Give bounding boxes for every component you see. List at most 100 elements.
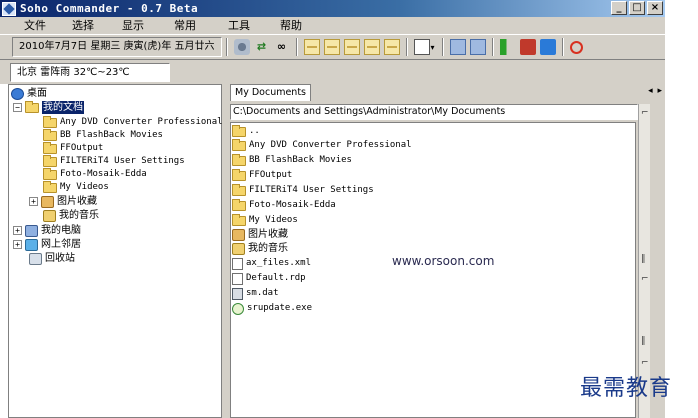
weather-display: 北京 雷阵雨 32℃~23℃ xyxy=(10,63,170,82)
tree-item-label: Foto-Mosaik-Edda xyxy=(60,169,147,179)
tab-scroll-arrows[interactable]: ◂ ▸ xyxy=(648,86,663,96)
xml-file-icon xyxy=(232,257,243,270)
list-item[interactable]: My Videos xyxy=(232,213,298,227)
tree-item-folder[interactable]: FFOutput xyxy=(43,141,104,155)
chevron-down-icon[interactable]: ▾ xyxy=(431,43,435,52)
list-item[interactable]: BB FlashBack Movies xyxy=(232,153,352,167)
tree-item-recycle-bin[interactable]: 回收站 xyxy=(29,252,75,265)
tree-item-folder[interactable]: Any DVD Converter Professional xyxy=(43,115,223,129)
power-icon[interactable] xyxy=(569,40,583,54)
list-item-label: Default.rdp xyxy=(246,273,306,283)
layout-3-icon[interactable] xyxy=(343,39,360,55)
music-folder-icon xyxy=(232,242,245,255)
tree-item-folder[interactable]: My Videos xyxy=(43,180,109,194)
menu-view[interactable]: 显示 xyxy=(122,17,144,34)
menu-help[interactable]: 帮助 xyxy=(280,17,302,34)
rdp-file-icon xyxy=(232,272,243,285)
menu-select[interactable]: 选择 xyxy=(72,17,94,34)
folder-icon xyxy=(43,154,57,167)
exe-file-icon xyxy=(232,302,244,315)
close-button[interactable]: × xyxy=(647,1,663,15)
expand-icon[interactable]: + xyxy=(29,197,38,206)
folder-icon xyxy=(232,213,246,226)
background-strip xyxy=(665,0,698,418)
list-item-label: 图片收藏 xyxy=(248,229,288,240)
list-item[interactable]: 我的音乐 xyxy=(232,242,288,255)
list-item-label: FILTERiT4 User Settings xyxy=(249,185,374,195)
list-item-label: ax_files.xml xyxy=(246,258,312,268)
list-item-parent[interactable]: .. xyxy=(232,124,260,138)
music-folder-icon xyxy=(43,209,56,222)
toolbar: 2010年7月7日 星期三 庚寅(虎)年 五月廿六 ⇄ ∞ ▾ xyxy=(0,34,665,60)
date-display: 2010年7月7日 星期三 庚寅(虎)年 五月廿六 xyxy=(12,37,222,57)
tree-item-folder[interactable]: BB FlashBack Movies xyxy=(43,128,163,142)
tree-item-folder[interactable]: FILTERiT4 User Settings xyxy=(43,154,185,168)
maximize-button[interactable]: □ xyxy=(629,1,645,15)
list-item[interactable]: 图片收藏 xyxy=(232,228,288,241)
scroll-marker-icon: ⌐ xyxy=(641,274,649,284)
folder-icon xyxy=(43,115,57,128)
folder-icon xyxy=(232,138,246,151)
toolbar-separator xyxy=(491,38,494,56)
tree-item-my-documents[interactable]: − 我的文档 xyxy=(13,100,84,114)
network-icon xyxy=(25,238,38,251)
layout-4-icon[interactable] xyxy=(363,39,380,55)
tree-item-label: My Videos xyxy=(60,182,109,192)
dat-file-icon xyxy=(232,287,243,300)
list-item-label: Any DVD Converter Professional xyxy=(249,140,412,150)
file-panel: My Documents ◂ ▸ C:\Documents and Settin… xyxy=(228,84,665,418)
flag-blue-icon[interactable] xyxy=(539,39,556,55)
list-item[interactable]: srupdate.exe xyxy=(232,302,312,315)
toolbar-separator xyxy=(561,38,564,56)
tree-item-my-computer[interactable]: + 我的电脑 xyxy=(13,224,81,237)
tree-item-label: Any DVD Converter Professional xyxy=(60,117,223,127)
tree-item-folder[interactable]: Foto-Mosaik-Edda xyxy=(43,167,147,181)
menu-common[interactable]: 常用 xyxy=(174,17,196,34)
window-controls: _ □ × xyxy=(611,1,663,15)
tree-item-label: FILTERiT4 User Settings xyxy=(60,156,185,166)
collapse-icon[interactable]: − xyxy=(13,103,22,112)
flag-red-icon[interactable] xyxy=(519,39,536,55)
list-item[interactable]: Foto-Mosaik-Edda xyxy=(232,198,336,212)
gear-icon[interactable] xyxy=(233,39,250,55)
scroll-marker-icon: ⌐ xyxy=(641,358,649,368)
binoculars-icon[interactable]: ∞ xyxy=(274,39,290,55)
desktop-icon xyxy=(11,87,24,100)
list-item[interactable]: sm.dat xyxy=(232,287,279,300)
list-item[interactable]: Default.rdp xyxy=(232,272,306,285)
layout-1-icon[interactable] xyxy=(303,39,320,55)
list-item-label: sm.dat xyxy=(246,288,279,298)
tree-item-music[interactable]: 我的音乐 xyxy=(43,209,99,222)
recycle-bin-icon xyxy=(29,252,42,265)
path-bar[interactable]: C:\Documents and Settings\Administrator\… xyxy=(230,104,638,120)
list-item[interactable]: FFOutput xyxy=(232,168,292,182)
tree-item-network[interactable]: + 网上邻居 xyxy=(13,238,81,251)
tree-item-label: FFOutput xyxy=(60,143,104,153)
menu-file[interactable]: 文件 xyxy=(24,17,46,34)
folder-icon xyxy=(232,183,246,196)
file-list: .. Any DVD Converter Professional BB Fla… xyxy=(230,122,636,418)
list-item[interactable]: ax_files.xml xyxy=(232,257,311,270)
folder-icon xyxy=(43,180,57,193)
scroll-marker-icon: ‖ xyxy=(641,336,646,346)
list-item[interactable]: Any DVD Converter Professional xyxy=(232,138,412,152)
tree-item-desktop[interactable]: 桌面 xyxy=(11,87,47,100)
db-icon[interactable] xyxy=(449,39,466,55)
expand-icon[interactable]: + xyxy=(13,240,22,249)
view-icon[interactable] xyxy=(413,39,430,55)
minimize-button[interactable]: _ xyxy=(611,1,627,15)
layout-2-icon[interactable] xyxy=(323,39,340,55)
tree-item-pictures[interactable]: + 图片收藏 xyxy=(29,195,97,208)
toolbar-separator xyxy=(441,38,444,56)
layout-5-icon[interactable] xyxy=(383,39,400,55)
title-bar: Soho Commander - 0.7 Beta _ □ × xyxy=(0,0,665,17)
toolbar-separator xyxy=(295,38,298,56)
flag-green-icon[interactable] xyxy=(499,39,516,55)
list-item[interactable]: FILTERiT4 User Settings xyxy=(232,183,374,197)
swap-icon[interactable]: ⇄ xyxy=(254,39,270,55)
expand-icon[interactable]: + xyxy=(13,226,22,235)
menu-tools[interactable]: 工具 xyxy=(228,17,250,34)
db2-icon[interactable] xyxy=(469,39,486,55)
tab-my-documents[interactable]: My Documents xyxy=(230,84,312,101)
folder-icon xyxy=(232,198,246,211)
